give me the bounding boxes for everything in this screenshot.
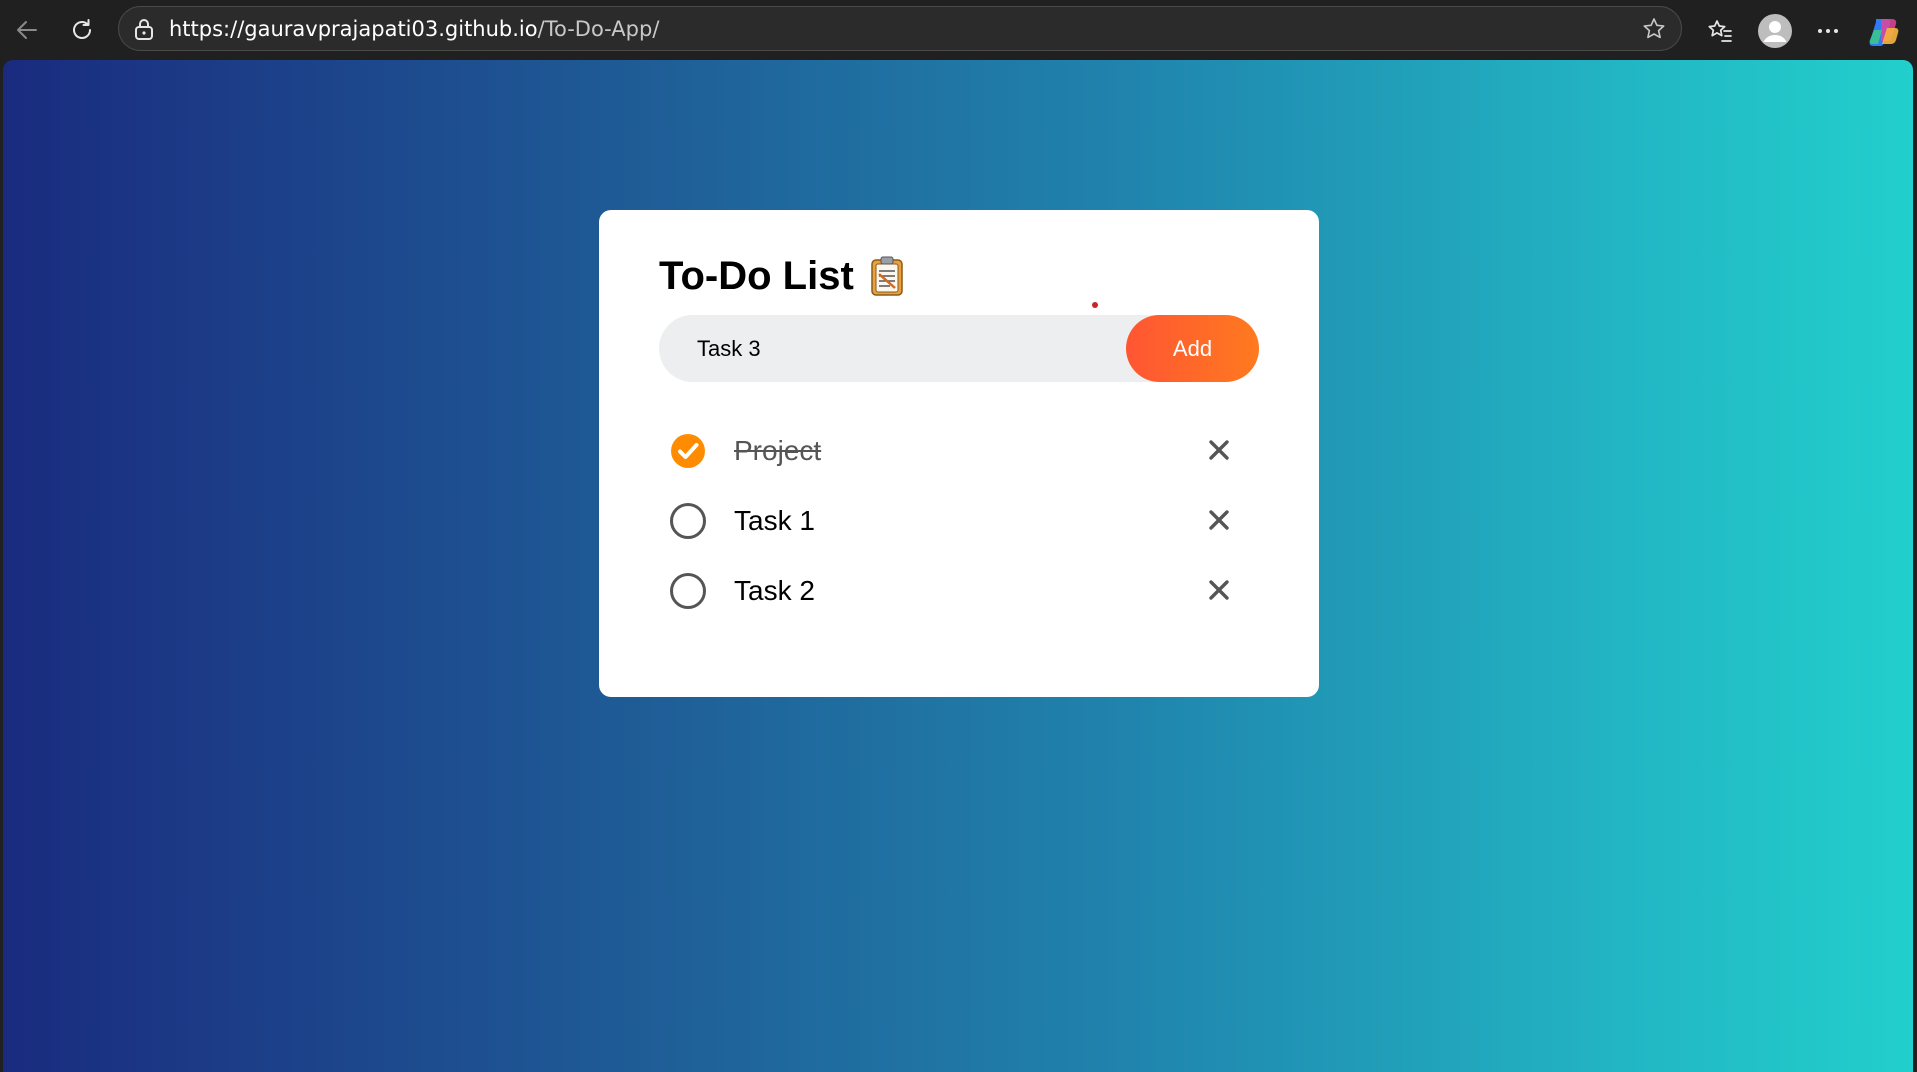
back-button[interactable] xyxy=(10,13,44,47)
task-input-row: Add xyxy=(659,315,1259,382)
address-bar[interactable]: https://gauravprajapati03.github.io/To-D… xyxy=(118,6,1682,51)
close-icon[interactable] xyxy=(1204,435,1234,465)
add-button[interactable]: Add xyxy=(1126,315,1259,382)
page-title: To-Do List xyxy=(659,246,906,306)
task-input[interactable] xyxy=(697,315,1117,382)
title-text: To-Do List xyxy=(659,254,854,298)
task-label: Project xyxy=(734,435,822,466)
todo-card: To-Do List Add xyxy=(599,210,1319,697)
close-icon[interactable] xyxy=(1204,575,1234,605)
more-icon[interactable] xyxy=(1810,13,1846,49)
url-path: /To-Do-App/ xyxy=(537,17,660,41)
favorites-icon[interactable] xyxy=(1702,13,1738,49)
copilot-icon[interactable] xyxy=(1866,13,1902,49)
page-viewport: To-Do List Add xyxy=(3,60,1913,1072)
browser-toolbar: https://gauravprajapati03.github.io/To-D… xyxy=(0,0,1917,60)
back-icon xyxy=(17,21,37,39)
url-host: https://gauravprajapati03.github.io xyxy=(169,17,538,41)
reload-icon xyxy=(73,19,91,39)
unchecked-circle-icon[interactable] xyxy=(669,572,707,610)
reload-button[interactable] xyxy=(65,13,99,47)
task-item[interactable]: Task 1 xyxy=(659,485,1259,555)
url-text: https://gauravprajapati03.github.io/To-D… xyxy=(169,7,659,52)
clipboard-icon xyxy=(868,255,906,297)
checked-circle-icon[interactable] xyxy=(669,432,707,470)
task-label: Task 1 xyxy=(734,505,815,536)
task-item[interactable]: Task 2 xyxy=(659,555,1259,625)
task-list: Project Task 1 Task 2 xyxy=(659,415,1259,625)
cursor-dot xyxy=(1092,302,1098,308)
star-icon[interactable] xyxy=(1641,16,1667,46)
task-item[interactable]: Project xyxy=(659,415,1259,485)
unchecked-circle-icon[interactable] xyxy=(669,502,707,540)
lock-icon[interactable] xyxy=(133,17,155,45)
profile-icon[interactable] xyxy=(1757,13,1793,49)
task-label: Task 2 xyxy=(734,575,815,606)
close-icon[interactable] xyxy=(1204,505,1234,535)
